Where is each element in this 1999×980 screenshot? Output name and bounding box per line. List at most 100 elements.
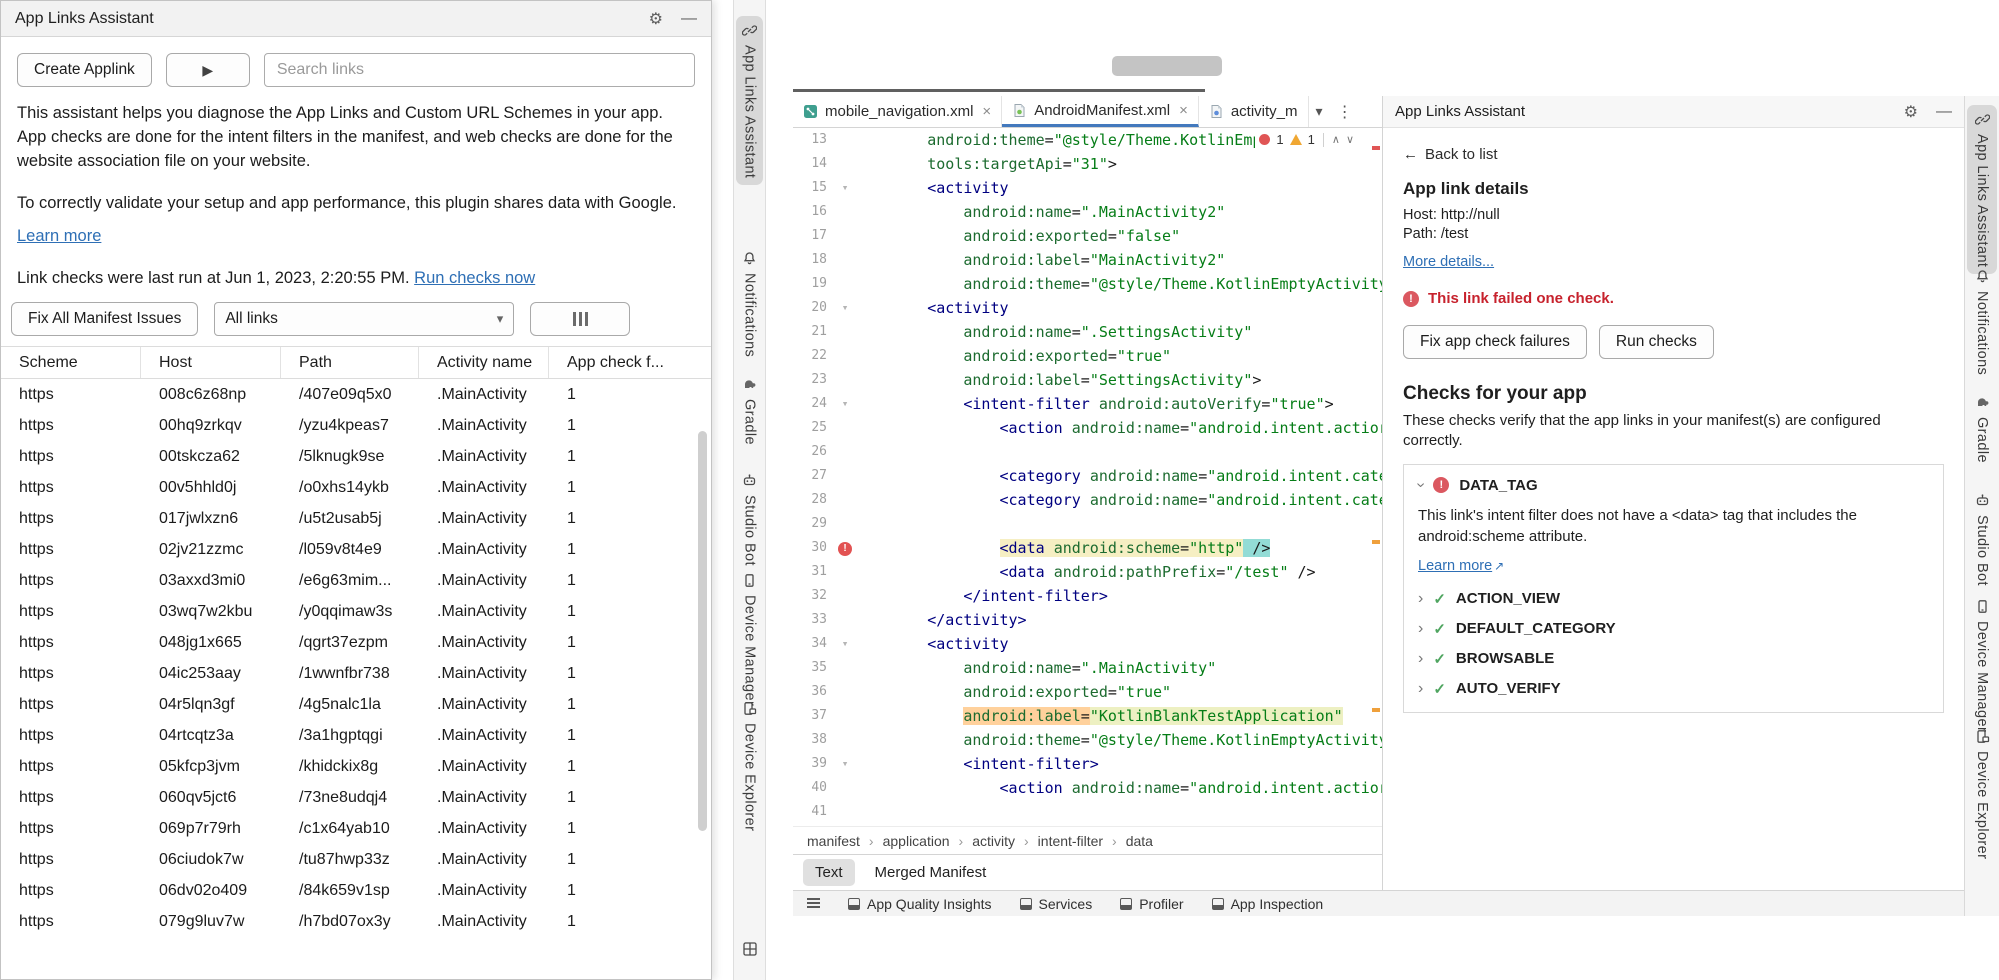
check-learn-more-link[interactable]: Learn more↗ <box>1418 558 1504 574</box>
back-to-list-link[interactable]: ← Back to list <box>1403 146 1498 163</box>
close-tab-icon[interactable]: × <box>1179 102 1188 119</box>
view-tab[interactable]: Text <box>803 859 855 886</box>
breadcrumb-item[interactable]: data <box>1126 833 1153 849</box>
table-row[interactable]: https05kfcp3jvm/khidckix8g.MainActivity1 <box>1 751 711 782</box>
breadcrumb-item[interactable]: intent-filter <box>1038 833 1103 849</box>
error-stripe-mark[interactable] <box>1372 146 1380 150</box>
tool-strip-item[interactable]: Notifications <box>736 244 763 364</box>
check-item-failed[interactable]: › ! DATA_TAG <box>1418 477 1929 494</box>
previous-issue-icon[interactable]: ∧ <box>1332 133 1340 146</box>
tool-strip-item[interactable]: App Links Assistant <box>1967 105 1997 274</box>
tool-strip-item[interactable]: Studio Bot <box>1967 486 1997 593</box>
warning-stripe-mark[interactable] <box>1372 540 1380 544</box>
tab-options-kebab-icon[interactable]: ⋮ <box>1330 96 1360 127</box>
learn-more-link[interactable]: Learn more <box>17 227 711 246</box>
code-line[interactable]: 17 android:exported="false" <box>793 224 1382 248</box>
check-item-passed[interactable]: ›✓ACTION_VIEW <box>1418 590 1929 608</box>
table-row[interactable]: https04r5lqn3gf/4g5nalc1la.MainActivity1 <box>1 689 711 720</box>
table-row[interactable]: https04ic253aay/1wwnfbr738.MainActivity1 <box>1 658 711 689</box>
code-line[interactable]: 30! <data android:scheme="http" /> <box>793 536 1382 560</box>
code-line[interactable]: 26 <box>793 440 1382 464</box>
tool-strip-item[interactable]: Notifications <box>1967 262 1997 382</box>
table-row[interactable]: https069p7r79rh/c1x64yab10.MainActivity1 <box>1 813 711 844</box>
table-scrollbar[interactable] <box>698 431 707 831</box>
table-row[interactable]: https04rtcqtz3a/3a1hgptqgi.MainActivity1 <box>1 720 711 751</box>
code-line[interactable]: 29 <box>793 512 1382 536</box>
window-titlebar[interactable]: App Links Assistant ⚙ — <box>1 1 711 37</box>
code-line[interactable]: 24▾ <intent-filter android:autoVerify="t… <box>793 392 1382 416</box>
fix-app-check-failures-button[interactable]: Fix app check failures <box>1403 325 1587 359</box>
code-line[interactable]: 34▾ <activity <box>793 632 1382 656</box>
chevron-collapsed-icon[interactable]: › <box>1418 591 1423 607</box>
next-issue-icon[interactable]: ∨ <box>1346 133 1354 146</box>
code-line[interactable]: 37 android:label="KotlinBlankTestApplica… <box>793 704 1382 728</box>
table-row[interactable]: https06dv02o409/84k659v1sp.MainActivity1 <box>1 875 711 906</box>
chevron-collapsed-icon[interactable]: › <box>1418 621 1423 637</box>
tool-strip-item[interactable]: Device Manager <box>1967 592 1997 739</box>
run-checks-button[interactable]: Run checks <box>1599 325 1714 359</box>
code-line[interactable]: 15▾ <activity <box>793 176 1382 200</box>
table-row[interactable]: https079g9luv7w/h7bd07ox3y.MainActivity1 <box>1 906 711 937</box>
editor-tab[interactable]: activity_m <box>1199 96 1309 127</box>
editor-tab[interactable]: mobile_navigation.xml× <box>793 96 1002 127</box>
code-line[interactable]: 18 android:label="MainActivity2" <box>793 248 1382 272</box>
minimize-icon[interactable]: — <box>1936 103 1952 121</box>
links-filter-dropdown[interactable]: All links ▾ <box>214 302 514 336</box>
tool-strip-item[interactable]: Device Manager <box>736 566 763 713</box>
table-row[interactable]: https00v5hhld0j/o0xhs14ykb.MainActivity1 <box>1 472 711 503</box>
code-line[interactable]: 36 android:exported="true" <box>793 680 1382 704</box>
code-line[interactable]: 19 android:theme="@style/Theme.KotlinEmp… <box>793 272 1382 296</box>
tool-window-button[interactable]: App Quality Insights <box>848 896 992 912</box>
table-row[interactable]: https008c6z68np/407e09q5x0.MainActivity1 <box>1 379 711 410</box>
view-tab[interactable]: Merged Manifest <box>863 859 999 886</box>
breadcrumb-item[interactable]: activity <box>972 833 1015 849</box>
table-row[interactable]: https06ciudok7w/tu87hwp33z.MainActivity1 <box>1 844 711 875</box>
column-header[interactable]: App check f... <box>549 347 711 378</box>
tool-strip-item[interactable]: Gradle <box>1967 388 1997 470</box>
hidden-tabs-chevron-icon[interactable]: ▾ <box>1309 96 1330 127</box>
tool-strip-item[interactable]: Device Explorer <box>736 694 763 838</box>
table-row[interactable]: https00hq9zrkqv/yzu4kpeas7.MainActivity1 <box>1 410 711 441</box>
column-header[interactable]: Path <box>281 347 419 378</box>
tool-strip-item[interactable]: App Links Assistant <box>736 16 763 185</box>
column-header[interactable]: Activity name <box>419 347 549 378</box>
table-row[interactable]: https060qv5jct6/73ne8udqj4.MainActivity1 <box>1 782 711 813</box>
tool-window-button[interactable]: Profiler <box>1120 896 1183 912</box>
code-line[interactable]: 14 tools:targetApi="31"> <box>793 152 1382 176</box>
run-checks-now-link[interactable]: Run checks now <box>414 269 535 287</box>
chevron-collapsed-icon[interactable]: › <box>1418 651 1423 667</box>
code-line[interactable]: 39▾ <intent-filter> <box>793 752 1382 776</box>
run-link-check-button[interactable]: ▶ <box>166 53 250 87</box>
code-line[interactable]: 32 </intent-filter> <box>793 584 1382 608</box>
table-row[interactable]: https017jwlxzn6/u5t2usab5j.MainActivity1 <box>1 503 711 534</box>
code-line[interactable]: 28 <category android:name="android.inten… <box>793 488 1382 512</box>
code-line[interactable]: 40 <action android:name="android.intent.… <box>793 776 1382 800</box>
tool-strip-item[interactable]: Device Explorer <box>1967 722 1997 866</box>
error-stripe[interactable] <box>1370 128 1382 826</box>
chevron-collapsed-icon[interactable]: › <box>1418 681 1423 697</box>
code-line[interactable]: 21 android:name=".SettingsActivity" <box>793 320 1382 344</box>
code-line[interactable]: 41 <box>793 800 1382 824</box>
code-line[interactable]: 25 <action android:name="android.intent.… <box>793 416 1382 440</box>
search-links-input[interactable] <box>264 53 695 87</box>
code-line[interactable]: 27 <category android:name="android.inten… <box>793 464 1382 488</box>
gear-icon[interactable]: ⚙ <box>649 9 663 29</box>
code-line[interactable]: 20▾ <activity <box>793 296 1382 320</box>
column-settings-button[interactable] <box>530 302 630 336</box>
code-line[interactable]: 31 <data android:pathPrefix="/test" /> <box>793 560 1382 584</box>
breadcrumb-item[interactable]: application <box>883 833 950 849</box>
code-editor[interactable]: 13 android:theme="@style/Theme.KotlinEmp… <box>793 128 1382 826</box>
minimize-icon[interactable]: — <box>681 10 697 28</box>
table-row[interactable]: https00tskcza62/5lknugk9se.MainActivity1 <box>1 441 711 472</box>
code-line[interactable]: 35 android:name=".MainActivity" <box>793 656 1382 680</box>
tool-strip-item[interactable]: Gradle <box>736 370 763 452</box>
check-item-passed[interactable]: ›✓AUTO_VERIFY <box>1418 680 1929 698</box>
chevron-expanded-icon[interactable]: › <box>1413 482 1429 487</box>
close-tab-icon[interactable]: × <box>982 103 991 120</box>
gear-icon[interactable]: ⚙ <box>1904 102 1918 122</box>
check-item-passed[interactable]: ›✓DEFAULT_CATEGORY <box>1418 620 1929 638</box>
table-row[interactable]: https03axxd3mi0/e6g63mim....MainActivity… <box>1 565 711 596</box>
code-line[interactable]: 22 android:exported="true" <box>793 344 1382 368</box>
code-line[interactable]: 38 android:theme="@style/Theme.KotlinEmp… <box>793 728 1382 752</box>
tool-window-button[interactable]: Services <box>1020 896 1093 912</box>
